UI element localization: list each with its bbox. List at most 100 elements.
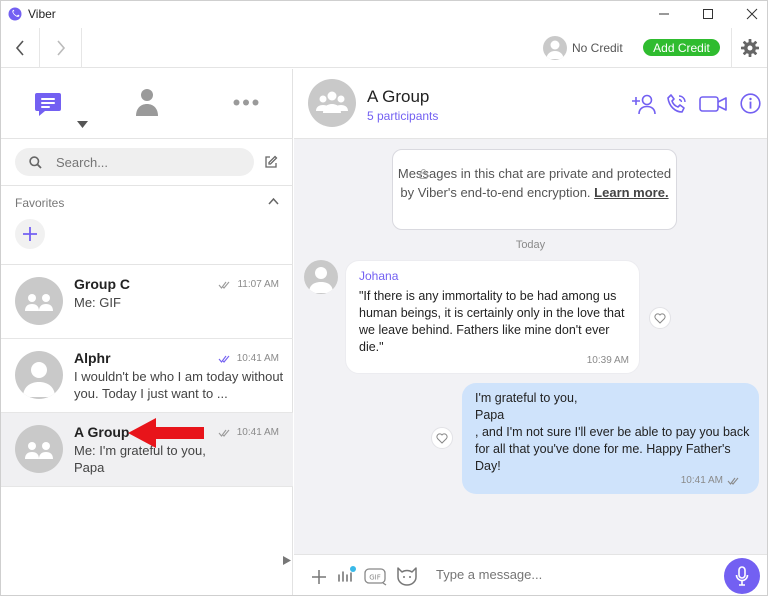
chevron-down-icon[interactable] bbox=[77, 121, 88, 128]
chat-time: 10:41 AM bbox=[218, 353, 279, 364]
message-time: 10:39 AM bbox=[586, 355, 629, 366]
message-text: "If there is any immortality to be had a… bbox=[359, 289, 625, 354]
contacts-tab-icon[interactable] bbox=[135, 87, 159, 117]
title-bar: Viber bbox=[1, 1, 767, 27]
toolbar-divider bbox=[39, 28, 40, 68]
toolbar-divider bbox=[81, 28, 82, 68]
search-icon bbox=[29, 155, 42, 169]
incoming-message[interactable]: Johana "If there is any immortality to b… bbox=[345, 260, 640, 374]
conversation-title: A Group bbox=[367, 87, 430, 106]
add-participant-icon[interactable] bbox=[632, 93, 656, 115]
chat-time-text: 10:41 AM bbox=[236, 353, 279, 364]
group-avatar bbox=[15, 277, 63, 325]
maximize-button[interactable] bbox=[685, 1, 731, 27]
video-call-icon[interactable] bbox=[699, 95, 728, 113]
close-button[interactable] bbox=[729, 1, 767, 27]
forward-button[interactable] bbox=[49, 36, 73, 60]
gif-icon[interactable]: GIF bbox=[364, 568, 388, 586]
group-avatar[interactable] bbox=[308, 79, 356, 127]
collapse-panel-icon[interactable] bbox=[283, 556, 291, 565]
viber-window: Viber No Credit Add Credit Search... Fav… bbox=[0, 0, 768, 596]
chevron-right-icon bbox=[57, 40, 66, 56]
chat-name: Group C bbox=[74, 276, 130, 292]
viber-logo-icon bbox=[8, 7, 22, 21]
group-avatar bbox=[15, 425, 63, 473]
chat-preview: I wouldn't be who I am today without you… bbox=[74, 369, 284, 401]
chat-time-text: 11:07 AM bbox=[237, 279, 279, 290]
close-icon bbox=[746, 8, 758, 20]
annotation-arrow-icon bbox=[128, 418, 204, 448]
like-button[interactable] bbox=[431, 427, 453, 449]
message-input[interactable] bbox=[436, 567, 666, 582]
double-check-icon bbox=[218, 355, 230, 363]
search-input[interactable] bbox=[56, 154, 226, 170]
chat-preview: Me: GIF bbox=[74, 295, 121, 310]
learn-more-link[interactable]: Learn more. bbox=[594, 185, 668, 200]
message-time: 10:41 AM bbox=[681, 475, 741, 486]
account-avatar bbox=[543, 36, 567, 60]
microphone-icon bbox=[735, 566, 749, 586]
more-tab-icon[interactable] bbox=[233, 99, 259, 106]
heart-icon bbox=[436, 432, 448, 444]
top-toolbar: No Credit Add Credit bbox=[1, 28, 767, 68]
message-time-text: 10:41 AM bbox=[680, 475, 723, 486]
plus-icon[interactable] bbox=[311, 569, 327, 585]
maximize-icon bbox=[703, 9, 713, 19]
contact-avatar bbox=[15, 351, 63, 399]
participants-count[interactable]: 5 participants bbox=[367, 109, 438, 123]
favorites-divider bbox=[1, 185, 293, 186]
add-favorite-button[interactable] bbox=[15, 219, 45, 249]
user-silhouette-icon bbox=[23, 362, 55, 397]
voice-message-icon[interactable] bbox=[337, 565, 357, 585]
chevron-up-icon[interactable] bbox=[268, 197, 279, 205]
encryption-notice: Messages in this chat are private and pr… bbox=[392, 149, 677, 230]
minimize-icon bbox=[659, 13, 669, 15]
double-check-icon bbox=[727, 477, 739, 485]
chat-item-group-c[interactable]: Group C Me: GIF 11:07 AM bbox=[1, 265, 293, 339]
compose-icon[interactable] bbox=[264, 155, 278, 169]
outgoing-message[interactable]: I'm grateful to you, Papa , and I'm not … bbox=[462, 383, 759, 494]
back-button[interactable] bbox=[8, 36, 32, 60]
message-text-line: I'm grateful to you, bbox=[475, 391, 578, 405]
info-icon[interactable] bbox=[740, 93, 761, 114]
group-icon bbox=[316, 91, 348, 113]
chat-time: 10:41 AM bbox=[218, 427, 279, 438]
sticker-icon[interactable] bbox=[396, 566, 418, 586]
like-button[interactable] bbox=[649, 307, 671, 329]
group-icon bbox=[25, 294, 53, 311]
toolbar-divider bbox=[731, 28, 732, 68]
record-voice-button[interactable] bbox=[724, 558, 760, 594]
chat-item-alphr[interactable]: Alphr I wouldn't be who I am today witho… bbox=[1, 339, 293, 413]
account-credit[interactable]: No Credit bbox=[543, 36, 623, 60]
message-sender: Johana bbox=[359, 269, 399, 283]
chats-tab-icon[interactable] bbox=[33, 89, 63, 119]
chat-name: A Group bbox=[74, 424, 130, 440]
double-check-icon bbox=[218, 429, 230, 437]
conversation-panel: A Group 5 participants Messages in this … bbox=[294, 69, 767, 595]
gear-icon bbox=[741, 39, 759, 57]
chat-name: Alphr bbox=[74, 350, 111, 366]
user-silhouette-icon bbox=[546, 40, 564, 59]
add-credit-button[interactable]: Add Credit bbox=[643, 39, 720, 56]
lock-icon bbox=[419, 169, 428, 179]
sidebar-tabs bbox=[1, 69, 293, 139]
minimize-button[interactable] bbox=[641, 1, 687, 27]
message-composer: GIF bbox=[294, 554, 767, 595]
window-title: Viber bbox=[28, 7, 56, 21]
heart-icon bbox=[654, 312, 666, 324]
message-text-line: Papa bbox=[475, 408, 505, 422]
double-check-icon bbox=[219, 281, 230, 289]
sender-avatar[interactable] bbox=[304, 260, 338, 294]
svg-text:GIF: GIF bbox=[369, 574, 381, 582]
message-text-line: , and I'm not sure I'll ever be able to … bbox=[475, 425, 750, 473]
group-icon bbox=[25, 442, 53, 459]
conversation-header: A Group 5 participants bbox=[294, 69, 767, 139]
search-box[interactable] bbox=[15, 148, 254, 176]
chat-time: 11:07 AM bbox=[218, 279, 279, 290]
plus-icon bbox=[23, 227, 37, 241]
chat-time-text: 10:41 AM bbox=[236, 427, 279, 438]
settings-button[interactable] bbox=[740, 38, 760, 63]
favorites-label: Favorites bbox=[15, 196, 65, 210]
voice-call-icon[interactable] bbox=[666, 93, 688, 115]
no-credit-label: No Credit bbox=[572, 41, 623, 55]
